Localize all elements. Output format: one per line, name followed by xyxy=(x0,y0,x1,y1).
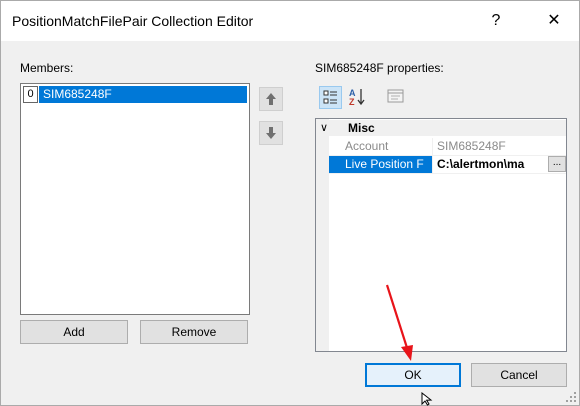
categorized-icon xyxy=(323,90,337,104)
list-item-index: 0 xyxy=(23,86,38,103)
close-button[interactable]: ✕ xyxy=(531,1,577,41)
arrow-up-icon xyxy=(266,93,276,105)
category-misc-row[interactable]: ∨ Misc xyxy=(316,120,566,136)
grid-margin xyxy=(316,119,329,351)
title-bar: PositionMatchFilePair Collection Editor … xyxy=(1,1,579,41)
members-list[interactable]: 0 SIM685248F xyxy=(20,83,250,315)
help-button[interactable]: ? xyxy=(473,1,519,41)
remove-button[interactable]: Remove xyxy=(140,320,248,344)
sort-az-icon: A Z xyxy=(349,88,365,107)
property-grid-toolbar: A Z xyxy=(315,83,565,113)
mouse-cursor-icon xyxy=(421,392,433,406)
add-button[interactable]: Add xyxy=(20,320,128,344)
property-grid[interactable]: ∨ Misc Account SIM685248F Live Position … xyxy=(315,118,567,352)
property-row-live-position[interactable]: Live Position F C:\alertmon\ma ... xyxy=(329,156,566,174)
list-item-text: SIM685248F xyxy=(39,86,247,103)
cancel-button[interactable]: Cancel xyxy=(471,363,567,387)
property-value: SIM685248F xyxy=(437,139,506,153)
alphabetical-button[interactable]: A Z xyxy=(346,86,369,109)
property-row-account[interactable]: Account SIM685248F xyxy=(329,138,566,156)
property-pages-icon xyxy=(387,89,404,103)
property-value-input[interactable]: C:\alertmon\ma xyxy=(434,156,566,173)
categorized-button[interactable] xyxy=(319,86,342,109)
svg-text:Z: Z xyxy=(349,97,355,107)
list-item[interactable]: 0 SIM685248F xyxy=(23,86,247,103)
property-name: Account xyxy=(329,138,433,155)
collapse-chevron-icon[interactable]: ∨ xyxy=(320,120,328,136)
arrow-down-icon xyxy=(266,127,276,139)
category-label: Misc xyxy=(348,121,375,135)
property-name: Live Position F xyxy=(329,156,433,173)
resize-grip-icon[interactable] xyxy=(565,391,577,403)
property-pages-button[interactable] xyxy=(385,86,408,109)
properties-label: SIM685248F properties: xyxy=(315,61,444,75)
browse-ellipsis-button[interactable]: ... xyxy=(548,156,566,172)
move-up-button[interactable] xyxy=(259,87,283,111)
window-title: PositionMatchFilePair Collection Editor xyxy=(12,13,254,29)
members-label: Members: xyxy=(20,61,74,75)
red-arrow-annotation xyxy=(385,284,413,361)
collection-editor-dialog: PositionMatchFilePair Collection Editor … xyxy=(0,0,580,406)
move-down-button[interactable] xyxy=(259,121,283,145)
